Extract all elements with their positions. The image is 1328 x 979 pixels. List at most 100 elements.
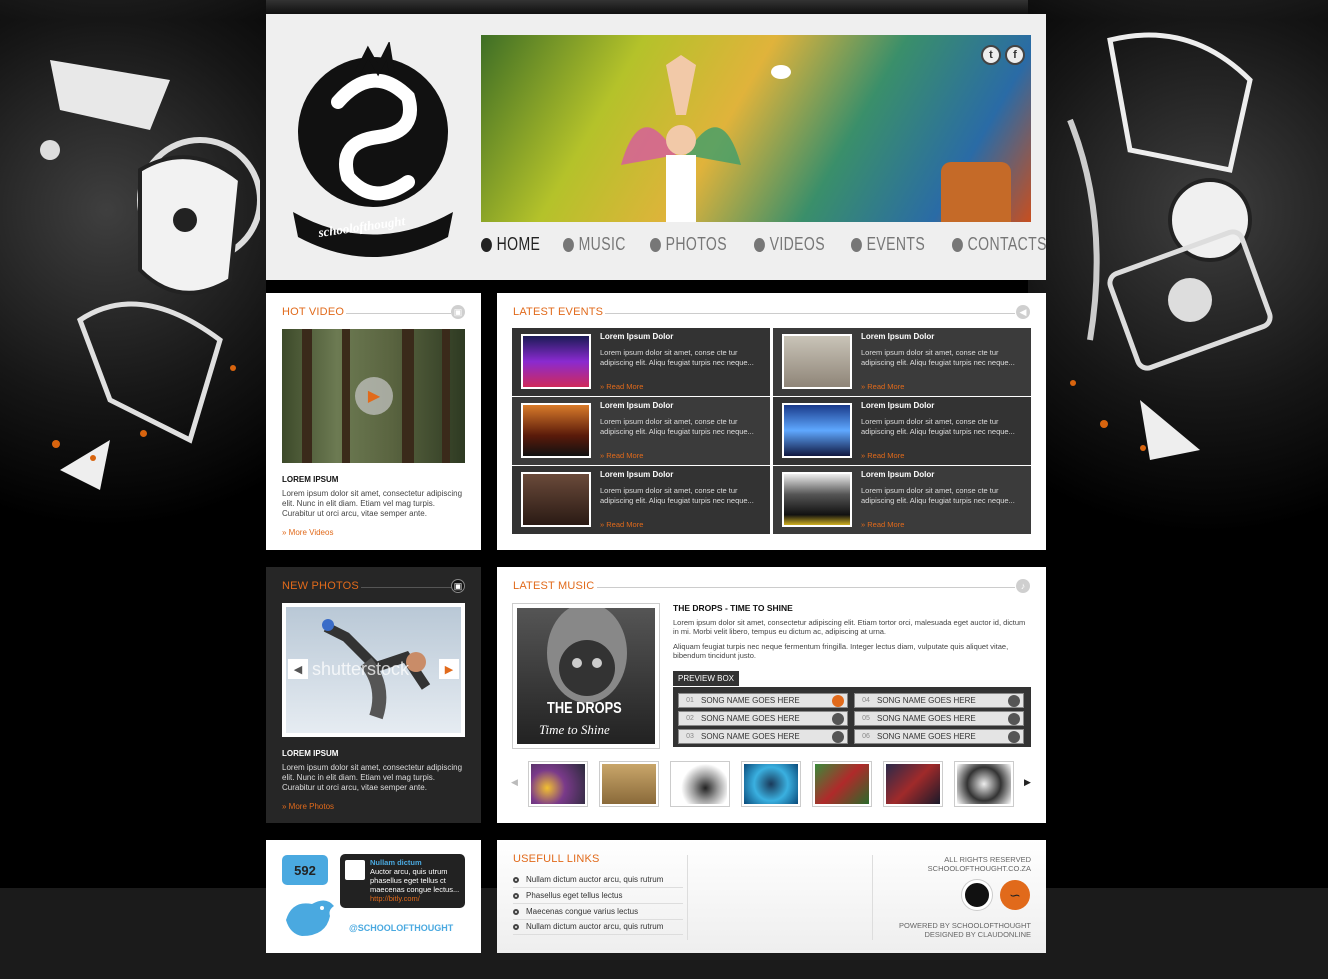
play-icon[interactable]	[832, 694, 844, 707]
music-thumbnail[interactable]	[742, 762, 800, 806]
tweet-link[interactable]: http://bitly.com/	[370, 894, 461, 903]
song-name: SONG NAME GOES HERE	[701, 696, 800, 705]
useful-link[interactable]: Nullam dictum auctor arcu, quis rutrum	[513, 922, 683, 935]
read-more-link[interactable]: » Read More	[600, 382, 643, 391]
twitter-handle[interactable]: @SCHOOLOFTHOUGHT	[349, 923, 453, 933]
nav-music[interactable]: MUSIC	[563, 234, 626, 255]
nav-events[interactable]: EVENTS	[851, 234, 925, 255]
song-number: 01	[686, 697, 694, 704]
slider-image[interactable]: shutterstock ◀ ▶	[286, 607, 461, 733]
song-name: SONG NAME GOES HERE	[877, 696, 976, 705]
panel-title: USEFULL LINKS	[513, 853, 600, 865]
next-arrow-icon[interactable]: ▶	[439, 659, 459, 679]
song-row[interactable]: 02 SONG NAME GOES HERE	[678, 711, 848, 726]
follower-count: 592	[282, 855, 328, 885]
play-icon[interactable]	[832, 730, 844, 743]
event-item[interactable]: Lorem Ipsum Dolor Lorem ipsum dolor sit …	[512, 397, 770, 465]
event-title: Lorem Ipsum Dolor	[861, 401, 935, 410]
bullet-icon	[513, 876, 519, 883]
divider	[361, 587, 451, 588]
twitter-icon[interactable]: t	[981, 45, 1001, 65]
more-photos-link[interactable]: » More Photos	[282, 802, 334, 811]
track-title: THE DROPS - TIME TO SHINE	[673, 603, 793, 613]
event-item[interactable]: Lorem Ipsum Dolor Lorem ipsum dolor sit …	[512, 466, 770, 534]
event-text: Lorem ipsum dolor sit amet, conse cte tu…	[861, 486, 1015, 505]
tree	[342, 329, 350, 463]
event-item[interactable]: Lorem Ipsum Dolor Lorem ipsum dolor sit …	[512, 328, 770, 396]
event-item[interactable]: Lorem Ipsum Dolor Lorem ipsum dolor sit …	[773, 466, 1031, 534]
video-icon	[754, 237, 766, 252]
bullet-icon	[513, 923, 519, 930]
nav-home[interactable]: HOME	[481, 234, 540, 255]
carousel-prev-icon[interactable]: ◀	[511, 777, 518, 788]
event-text: Lorem ipsum dolor sit amet, conse cte tu…	[600, 486, 754, 505]
panel-title: HOT VIDEO	[282, 306, 345, 318]
read-more-link[interactable]: » Read More	[861, 451, 904, 460]
tree	[402, 329, 414, 463]
event-text: Lorem ipsum dolor sit amet, conse cte tu…	[861, 348, 1015, 367]
latest-tweet[interactable]: Nullam dictum Auctor arcu, quis utrum ph…	[340, 854, 465, 908]
play-icon[interactable]	[1008, 730, 1020, 743]
event-text: Lorem ipsum dolor sit amet, conse cte tu…	[861, 417, 1015, 436]
song-number: 02	[686, 715, 694, 722]
event-item[interactable]: Lorem Ipsum Dolor Lorem ipsum dolor sit …	[773, 397, 1031, 465]
event-item[interactable]: Lorem Ipsum Dolor Lorem ipsum dolor sit …	[773, 328, 1031, 396]
useful-link[interactable]: Phasellus eget tellus lectus	[513, 891, 683, 904]
bullet-icon	[513, 892, 519, 899]
song-number: 04	[862, 697, 870, 704]
music-thumbnail[interactable]	[955, 762, 1013, 806]
song-row[interactable]: 05 SONG NAME GOES HERE	[854, 711, 1024, 726]
facebook-icon[interactable]: f	[1005, 45, 1025, 65]
panel-title: LATEST MUSIC	[513, 580, 595, 592]
decor-dot	[140, 430, 147, 437]
social-links: t f	[981, 45, 1025, 65]
link-label: Maecenas congue varius lectus	[526, 907, 639, 916]
camera-icon	[649, 237, 661, 252]
useful-link[interactable]: Maecenas congue varius lectus	[513, 907, 683, 920]
right-illustration	[1067, 32, 1273, 460]
play-icon[interactable]: ▶	[355, 377, 393, 415]
video-thumbnail[interactable]: ▶	[282, 329, 465, 463]
carousel-next-icon[interactable]: ▶	[1024, 777, 1031, 788]
more-videos-link[interactable]: » More Videos	[282, 528, 333, 537]
music-thumbnail[interactable]	[884, 762, 942, 806]
read-more-link[interactable]: » Read More	[861, 520, 904, 529]
mail-icon	[952, 237, 964, 252]
hot-video-panel: HOT VIDEO ▣ ▶ LOREM IPSUM Lorem ipsum do…	[266, 293, 481, 550]
latest-music-panel: LATEST MUSIC ♪ THE DROPS Time to Shine T…	[497, 567, 1046, 823]
music-thumbnail[interactable]	[813, 762, 871, 806]
nav-photos[interactable]: PHOTOS	[649, 234, 727, 255]
music-thumbnail[interactable]	[600, 762, 658, 806]
song-row[interactable]: 04 SONG NAME GOES HERE	[854, 693, 1024, 708]
play-icon[interactable]	[832, 712, 844, 725]
rights-text: ALL RIGHTS RESERVED	[944, 855, 1031, 864]
album-cover[interactable]: THE DROPS Time to Shine	[513, 604, 659, 748]
twitter-bird-icon[interactable]	[282, 890, 338, 940]
link-label: Read More	[867, 451, 905, 460]
play-icon[interactable]	[1008, 694, 1020, 707]
useful-link[interactable]: Nullam dictum auctor arcu, quis rutrum	[513, 875, 683, 888]
drum-icon	[941, 162, 1011, 222]
read-more-link[interactable]: » Read More	[600, 520, 643, 529]
claudonline-badge-icon[interactable]: ∽	[1000, 880, 1030, 910]
nav-videos[interactable]: VIDEOS	[754, 234, 825, 255]
photo-slider: shutterstock ◀ ▶	[282, 603, 465, 737]
schoolofthought-badge-icon[interactable]	[962, 880, 992, 910]
read-more-link[interactable]: » Read More	[600, 451, 643, 460]
play-icon[interactable]	[1008, 712, 1020, 725]
nav-contacts[interactable]: CONTACTS	[952, 234, 1047, 255]
song-number: 06	[862, 733, 870, 740]
music-thumbnail[interactable]	[529, 762, 587, 806]
link-label: Nullam dictum auctor arcu, quis rutrum	[526, 922, 664, 931]
copyright: ALL RIGHTS RESERVED SCHOOLOFTHOUGHT.CO.Z…	[928, 855, 1031, 873]
song-row[interactable]: 06 SONG NAME GOES HERE	[854, 729, 1024, 744]
prev-arrow-icon[interactable]: ◀	[288, 659, 308, 679]
latest-events-panel: LATEST EVENTS ◀ Lorem Ipsum Dolor Lorem …	[497, 293, 1046, 550]
song-row[interactable]: 01 SONG NAME GOES HERE	[678, 693, 848, 708]
music-thumbnail[interactable]	[671, 762, 729, 806]
read-more-link[interactable]: » Read More	[861, 382, 904, 391]
site-header: schoolofthought t f HOME MUSIC PHOTOS VI…	[266, 14, 1047, 280]
site-url[interactable]: SCHOOLOFTHOUGHT.CO.ZA	[928, 864, 1031, 873]
link-label: Read More	[606, 451, 644, 460]
song-row[interactable]: 03 SONG NAME GOES HERE	[678, 729, 848, 744]
